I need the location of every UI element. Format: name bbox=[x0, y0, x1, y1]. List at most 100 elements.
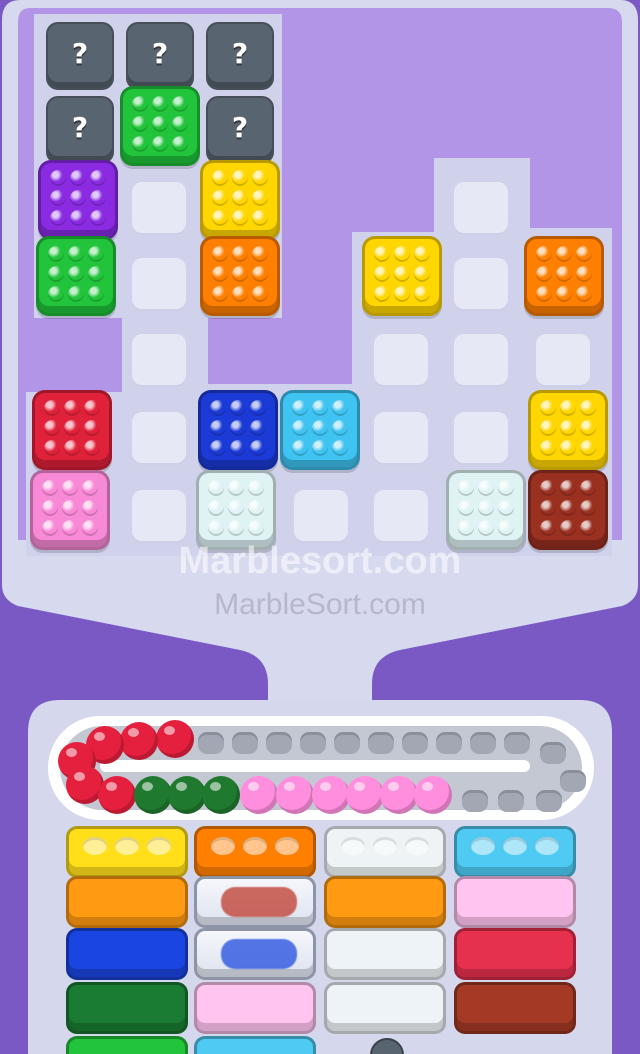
marble-block-yellow[interactable] bbox=[362, 236, 442, 316]
question-mark-icon: ? bbox=[231, 110, 249, 144]
marble bbox=[152, 135, 168, 152]
marble bbox=[540, 439, 556, 456]
marble bbox=[560, 419, 576, 436]
marble bbox=[248, 519, 264, 536]
marble bbox=[232, 265, 248, 282]
marble bbox=[252, 245, 268, 262]
marble bbox=[478, 499, 494, 516]
marble bbox=[64, 419, 80, 436]
watermark-text: Marblesort.com bbox=[178, 540, 462, 582]
marble bbox=[62, 479, 78, 496]
mystery-block[interactable]: ? bbox=[206, 22, 274, 90]
empty-slot bbox=[132, 182, 186, 236]
marble bbox=[90, 169, 106, 186]
marble bbox=[540, 419, 556, 436]
empty-conveyor-slot bbox=[266, 732, 292, 754]
marble bbox=[132, 95, 148, 112]
marble bbox=[576, 245, 592, 262]
marble bbox=[312, 439, 328, 456]
empty-slot bbox=[132, 412, 186, 466]
conveyor-marble bbox=[134, 776, 172, 814]
mystery-block[interactable]: ? bbox=[46, 96, 114, 164]
marble bbox=[576, 285, 592, 302]
watermark-text: MarbleSort.com bbox=[214, 588, 426, 621]
marble bbox=[42, 519, 58, 536]
marble-block-yellow[interactable] bbox=[528, 390, 608, 470]
marble bbox=[208, 519, 224, 536]
marble-block-blue[interactable] bbox=[198, 390, 278, 470]
empty-slot bbox=[454, 334, 508, 388]
empty-slot bbox=[374, 412, 428, 466]
marble bbox=[228, 479, 244, 496]
empty-slot bbox=[454, 258, 508, 312]
marble bbox=[42, 479, 58, 496]
question-mark-icon: ? bbox=[71, 110, 89, 144]
marble-block-red[interactable] bbox=[32, 390, 112, 470]
empty-conveyor-slot bbox=[402, 732, 428, 754]
marble bbox=[48, 285, 64, 302]
conveyor-marble bbox=[120, 722, 158, 760]
marble bbox=[232, 285, 248, 302]
marble-block-white[interactable] bbox=[196, 470, 276, 550]
marble-block-green[interactable] bbox=[36, 236, 116, 316]
marble bbox=[560, 439, 576, 456]
marble bbox=[50, 209, 66, 226]
box-slot bbox=[275, 837, 299, 855]
marble-block-brown[interactable] bbox=[528, 470, 608, 550]
sorting-box-active bbox=[194, 826, 316, 878]
sorting-box-active bbox=[324, 826, 446, 878]
empty-conveyor-slot bbox=[232, 732, 258, 754]
mystery-block[interactable]: ? bbox=[46, 22, 114, 90]
marble bbox=[70, 169, 86, 186]
hidden-color-smear bbox=[221, 939, 297, 969]
marble bbox=[292, 439, 308, 456]
sorting-box-queued bbox=[66, 928, 188, 980]
marble-block-white[interactable] bbox=[446, 470, 526, 550]
question-mark-icon: ? bbox=[231, 36, 249, 70]
sorting-box-queued bbox=[66, 982, 188, 1034]
marble bbox=[414, 265, 430, 282]
marble bbox=[208, 479, 224, 496]
marble-block-pink[interactable] bbox=[30, 470, 110, 550]
marble-block-cyan[interactable] bbox=[280, 390, 360, 470]
empty-conveyor-slot bbox=[462, 790, 488, 812]
marble-block-orange[interactable] bbox=[200, 236, 280, 316]
marble-block-green[interactable] bbox=[120, 86, 200, 166]
marble bbox=[580, 399, 596, 416]
marble bbox=[580, 419, 596, 436]
conveyor-marble bbox=[156, 720, 194, 758]
marble bbox=[68, 265, 84, 282]
marble bbox=[172, 135, 188, 152]
marble bbox=[560, 499, 576, 516]
empty-conveyor-slot bbox=[300, 732, 326, 754]
sorting-box-queued bbox=[324, 928, 446, 980]
marble-block-yellow[interactable] bbox=[200, 160, 280, 240]
marble-block-orange[interactable] bbox=[524, 236, 604, 316]
empty-slot bbox=[132, 334, 186, 388]
mystery-block[interactable]: ? bbox=[126, 22, 194, 90]
marble bbox=[576, 265, 592, 282]
box-slot bbox=[115, 837, 139, 855]
marble bbox=[540, 479, 556, 496]
marble bbox=[212, 169, 228, 186]
conveyor-marble bbox=[276, 776, 314, 814]
empty-slot bbox=[536, 334, 590, 388]
marble bbox=[332, 399, 348, 416]
marble bbox=[498, 499, 514, 516]
sorting-box-queued bbox=[454, 928, 576, 980]
sorting-box-queued bbox=[454, 982, 576, 1034]
marble bbox=[252, 189, 268, 206]
empty-conveyor-slot bbox=[368, 732, 394, 754]
marble-block-purple[interactable] bbox=[38, 160, 118, 240]
marble bbox=[210, 439, 226, 456]
marble bbox=[50, 169, 66, 186]
marble bbox=[292, 419, 308, 436]
empty-conveyor-slot bbox=[536, 790, 562, 812]
game-screen: ? ? ? ? ? Marblesort.com MarbleSort.com bbox=[0, 0, 640, 1054]
mystery-block[interactable]: ? bbox=[206, 96, 274, 164]
marble bbox=[580, 479, 596, 496]
marble bbox=[90, 209, 106, 226]
sorting-box-queued bbox=[66, 876, 188, 928]
box-slot bbox=[211, 837, 235, 855]
marble bbox=[414, 245, 430, 262]
